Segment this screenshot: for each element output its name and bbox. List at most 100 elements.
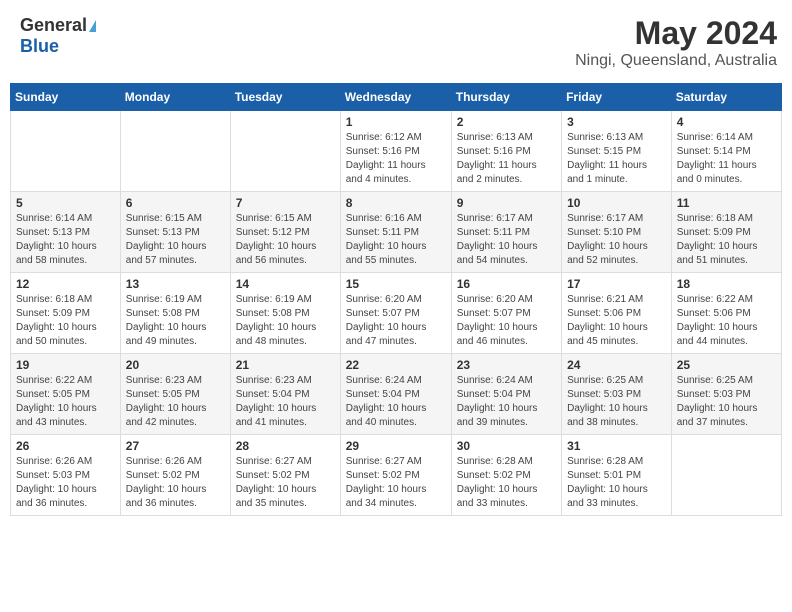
column-header-wednesday: Wednesday: [340, 84, 451, 111]
day-cell: 3Sunrise: 6:13 AM Sunset: 5:15 PM Daylig…: [562, 111, 672, 192]
column-header-tuesday: Tuesday: [230, 84, 340, 111]
day-number: 22: [346, 358, 446, 372]
week-row-2: 5Sunrise: 6:14 AM Sunset: 5:13 PM Daylig…: [11, 192, 782, 273]
day-cell: [120, 111, 230, 192]
day-cell: 12Sunrise: 6:18 AM Sunset: 5:09 PM Dayli…: [11, 273, 121, 354]
day-number: 4: [677, 115, 776, 129]
day-info: Sunrise: 6:14 AM Sunset: 5:13 PM Dayligh…: [16, 212, 115, 268]
day-number: 21: [236, 358, 335, 372]
day-cell: 2 Sunrise: 6:13 AM Sunset: 5:16 PM Daylig…: [451, 111, 561, 192]
day-cell: [671, 435, 781, 516]
day-info: Sunrise: 6:20 AM Sunset: 5:07 PM Dayligh…: [457, 293, 556, 349]
day-info: Sunrise: 6:13 AM Sunset: 5:15 PM Dayligh…: [567, 131, 666, 187]
week-row-3: 12Sunrise: 6:18 AM Sunset: 5:09 PM Dayli…: [11, 273, 782, 354]
day-number: 7: [236, 196, 335, 210]
day-cell: 6Sunrise: 6:15 AM Sunset: 5:13 PM Daylig…: [120, 192, 230, 273]
day-cell: 26 Sunrise: 6:26 AM Sunset: 5:03 PM Dayli…: [11, 435, 121, 516]
day-info: Sunrise: 6:28 AM Sunset: 5:02 PM Dayligh…: [457, 455, 556, 511]
day-info: Sunrise: 6:19 AM Sunset: 5:08 PM Dayligh…: [236, 293, 335, 349]
day-number: 2: [457, 115, 556, 129]
day-cell: 17 Sunrise: 6:21 AM Sunset: 5:06 PM Dayli…: [562, 273, 672, 354]
day-cell: 10 Sunrise: 6:17 AM Sunset: 5:10 PM Dayli…: [562, 192, 672, 273]
day-cell: 11 Sunrise: 6:18 AM Sunset: 5:09 PM Dayli…: [671, 192, 781, 273]
day-number: 6: [126, 196, 225, 210]
day-info: Sunrise: 6:23 AM Sunset: 5:05 PM Dayligh…: [126, 374, 225, 430]
day-number: 20: [126, 358, 225, 372]
day-number: 8: [346, 196, 446, 210]
day-number: 19: [16, 358, 115, 372]
day-number: 26: [16, 439, 115, 453]
day-number: 30: [457, 439, 556, 453]
day-info: Sunrise: 6:26 AM Sunset: 5:03 PM Dayligh…: [16, 455, 115, 511]
logo: General Blue: [20, 15, 96, 57]
day-info: Sunrise: 6:17 AM Sunset: 5:10 PM Dayligh…: [567, 212, 666, 268]
day-cell: 29 Sunrise: 6:27 AM Sunset: 5:02 PM Dayli…: [340, 435, 451, 516]
day-cell: 5Sunrise: 6:14 AM Sunset: 5:13 PM Daylig…: [11, 192, 121, 273]
day-info: Sunrise: 6:15 AM Sunset: 5:12 PM Dayligh…: [236, 212, 335, 268]
calendar-table: SundayMondayTuesdayWednesdayThursdayFrid…: [10, 83, 782, 516]
day-number: 25: [677, 358, 776, 372]
title-area: May 2024 Ningi, Queensland, Australia: [575, 15, 777, 70]
day-info: Sunrise: 6:22 AM Sunset: 5:05 PM Dayligh…: [16, 374, 115, 430]
day-cell: [11, 111, 121, 192]
day-cell: 8 Sunrise: 6:16 AM Sunset: 5:11 PM Daylig…: [340, 192, 451, 273]
location-title: Ningi, Queensland, Australia: [575, 52, 777, 70]
week-row-1: 1Sunrise: 6:12 AM Sunset: 5:16 PM Daylig…: [11, 111, 782, 192]
header-row: SundayMondayTuesdayWednesdayThursdayFrid…: [11, 84, 782, 111]
day-cell: 1Sunrise: 6:12 AM Sunset: 5:16 PM Daylig…: [340, 111, 451, 192]
logo-blue-text: Blue: [20, 36, 59, 57]
day-info: Sunrise: 6:28 AM Sunset: 5:01 PM Dayligh…: [567, 455, 666, 511]
day-number: 16: [457, 277, 556, 291]
day-number: 29: [346, 439, 446, 453]
day-info: Sunrise: 6:22 AM Sunset: 5:06 PM Dayligh…: [677, 293, 776, 349]
column-header-monday: Monday: [120, 84, 230, 111]
day-info: Sunrise: 6:21 AM Sunset: 5:06 PM Dayligh…: [567, 293, 666, 349]
day-number: 17: [567, 277, 666, 291]
day-cell: 24Sunrise: 6:25 AM Sunset: 5:03 PM Dayli…: [562, 354, 672, 435]
day-info: Sunrise: 6:18 AM Sunset: 5:09 PM Dayligh…: [677, 212, 776, 268]
day-number: 14: [236, 277, 335, 291]
day-number: 28: [236, 439, 335, 453]
day-number: 13: [126, 277, 225, 291]
day-number: 23: [457, 358, 556, 372]
day-number: 10: [567, 196, 666, 210]
day-cell: 4 Sunrise: 6:14 AM Sunset: 5:14 PM Daylig…: [671, 111, 781, 192]
day-info: Sunrise: 6:26 AM Sunset: 5:02 PM Dayligh…: [126, 455, 225, 511]
header: General Blue May 2024 Ningi, Queensland,…: [10, 10, 782, 75]
day-cell: 18 Sunrise: 6:22 AM Sunset: 5:06 PM Dayli…: [671, 273, 781, 354]
day-info: Sunrise: 6:24 AM Sunset: 5:04 PM Dayligh…: [346, 374, 446, 430]
day-cell: 30 Sunrise: 6:28 AM Sunset: 5:02 PM Dayli…: [451, 435, 561, 516]
day-number: 18: [677, 277, 776, 291]
day-number: 15: [346, 277, 446, 291]
day-number: 1: [346, 115, 446, 129]
day-info: Sunrise: 6:16 AM Sunset: 5:11 PM Dayligh…: [346, 212, 446, 268]
day-info: Sunrise: 6:23 AM Sunset: 5:04 PM Dayligh…: [236, 374, 335, 430]
day-info: Sunrise: 6:24 AM Sunset: 5:04 PM Dayligh…: [457, 374, 556, 430]
day-number: 24: [567, 358, 666, 372]
day-cell: 31Sunrise: 6:28 AM Sunset: 5:01 PM Dayli…: [562, 435, 672, 516]
day-info: Sunrise: 6:13 AM Sunset: 5:16 PM Dayligh…: [457, 131, 556, 187]
day-cell: 9Sunrise: 6:17 AM Sunset: 5:11 PM Daylig…: [451, 192, 561, 273]
week-row-4: 19 Sunrise: 6:22 AM Sunset: 5:05 PM Dayli…: [11, 354, 782, 435]
day-number: 27: [126, 439, 225, 453]
day-info: Sunrise: 6:14 AM Sunset: 5:14 PM Dayligh…: [677, 131, 776, 187]
day-cell: 20 Sunrise: 6:23 AM Sunset: 5:05 PM Dayli…: [120, 354, 230, 435]
day-info: Sunrise: 6:20 AM Sunset: 5:07 PM Dayligh…: [346, 293, 446, 349]
day-cell: [230, 111, 340, 192]
day-info: Sunrise: 6:25 AM Sunset: 5:03 PM Dayligh…: [677, 374, 776, 430]
week-row-5: 26 Sunrise: 6:26 AM Sunset: 5:03 PM Dayli…: [11, 435, 782, 516]
day-cell: 23 Sunrise: 6:24 AM Sunset: 5:04 PM Dayli…: [451, 354, 561, 435]
day-cell: 27 Sunrise: 6:26 AM Sunset: 5:02 PM Dayli…: [120, 435, 230, 516]
column-header-saturday: Saturday: [671, 84, 781, 111]
day-cell: 19 Sunrise: 6:22 AM Sunset: 5:05 PM Dayli…: [11, 354, 121, 435]
day-info: Sunrise: 6:27 AM Sunset: 5:02 PM Dayligh…: [346, 455, 446, 511]
day-cell: 14 Sunrise: 6:19 AM Sunset: 5:08 PM Dayli…: [230, 273, 340, 354]
day-cell: 25 Sunrise: 6:25 AM Sunset: 5:03 PM Dayli…: [671, 354, 781, 435]
day-cell: 28Sunrise: 6:27 AM Sunset: 5:02 PM Dayli…: [230, 435, 340, 516]
column-header-sunday: Sunday: [11, 84, 121, 111]
column-header-friday: Friday: [562, 84, 672, 111]
day-cell: 16 Sunrise: 6:20 AM Sunset: 5:07 PM Dayli…: [451, 273, 561, 354]
day-cell: 22 Sunrise: 6:24 AM Sunset: 5:04 PM Dayli…: [340, 354, 451, 435]
day-cell: 15 Sunrise: 6:20 AM Sunset: 5:07 PM Dayli…: [340, 273, 451, 354]
day-number: 11: [677, 196, 776, 210]
